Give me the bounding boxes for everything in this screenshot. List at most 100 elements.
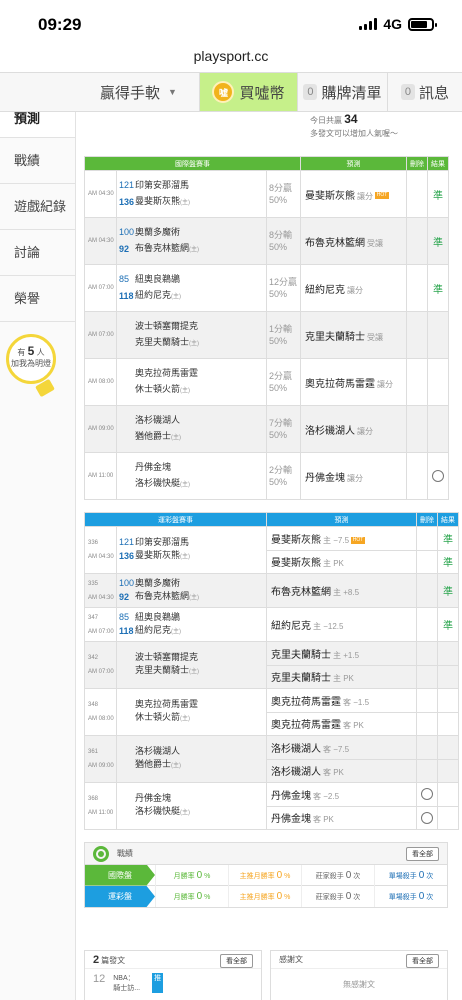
team-row: 85 紐奧良鵜鶘 (119, 273, 266, 285)
delete-circle-icon[interactable] (421, 811, 433, 824)
delete-circle-icon[interactable] (421, 788, 433, 801)
main-content: 今日共贏 34 多發文可以增加人氣喔～ 國際盤賽事 預測 刪除 結果 AM 04… (84, 112, 459, 908)
team-number: 136 (119, 197, 135, 207)
odds: 2分輸 50% (266, 452, 301, 500)
delete-cell (416, 735, 438, 760)
stat-label: 莊家殺手 (315, 894, 344, 901)
delete-cell (416, 711, 438, 736)
team-name: 波士頓塞爾提克 (135, 652, 199, 662)
sidebar-item-record[interactable]: 戰績 (0, 138, 75, 184)
sidebar-item-game-log[interactable]: 遊戲紀錄 (0, 184, 75, 230)
lightbulb-badge[interactable]: 有 5 人 加我為明燈 (6, 334, 56, 384)
game-time: AM 04:30 (84, 217, 117, 265)
game-time: AM 07:00 (88, 628, 114, 635)
delete-cell (416, 805, 438, 830)
thanks-view-all-button[interactable]: 看全部 (406, 954, 439, 968)
coin-icon: 噓 (212, 81, 235, 103)
pick-team: 洛杉磯湖人 (271, 743, 321, 755)
team-row: 121 印第安那溜馬 (119, 179, 266, 191)
stat-label: 莊家殺手 (315, 872, 344, 880)
pick-line: 主 PK (323, 559, 344, 569)
delete-cell (406, 170, 428, 218)
result-cell: 準 (437, 549, 459, 574)
home-marker: (主) (180, 810, 191, 816)
delete-circle-icon[interactable] (432, 470, 444, 482)
record-stat: 單場殺手 0 次 (374, 864, 447, 886)
record-view-all-button[interactable]: 看全部 (406, 847, 439, 861)
post-item[interactable]: 12 NBA： 騎士訪... 推 (85, 969, 261, 997)
prediction-pick: 克里夫蘭騎士主 +1.5 (266, 641, 417, 666)
game-time: AM 04:30 (84, 170, 117, 218)
team-name: 猶他爵士(主) (135, 431, 182, 441)
url-bar[interactable]: playsport.cc (0, 48, 462, 70)
posts-view-all-button[interactable]: 看全部 (220, 954, 253, 968)
cart-button[interactable]: 0 購牌清單 (298, 73, 388, 111)
prediction-pick: 奧克拉荷馬雷霆客 −1.5 (266, 688, 417, 713)
result-cell: 準 (437, 573, 459, 608)
messages-button[interactable]: 0 訊息 (388, 73, 462, 111)
team-row: 丹佛金塊 (119, 461, 266, 473)
delete-cell (406, 358, 428, 406)
matchup: 波士頓塞爾提克 克里夫蘭騎士(主) (116, 641, 267, 689)
sidebar-item-honors[interactable]: 榮譽 (0, 276, 75, 322)
team-name: 曼斐斯灰熊(主) (135, 550, 191, 560)
record-stat: 莊家殺手 0 次 (301, 864, 374, 886)
stat-unit: % (282, 894, 291, 901)
matchup: 丹佛金塊 洛杉磯快艇(主) (116, 782, 267, 830)
app-menu[interactable]: 贏得手軟 ▼ (0, 73, 200, 111)
record-stat: 莊家殺手 0 次 (301, 886, 374, 907)
sidebar-item-predictions[interactable]: 預測 (0, 112, 75, 138)
odds: 8分贏 50% (266, 170, 301, 218)
result-cell: 準 (437, 526, 459, 551)
prediction-pick: 洛杉磯湖人 讓分 (300, 405, 407, 453)
pick-team: 丹佛金塊 (271, 790, 311, 802)
pick-type: 受讓 (367, 332, 383, 342)
result-cell (437, 782, 459, 807)
pick-team: 克里夫蘭騎士 (271, 649, 331, 661)
pick-type: 讓分 (347, 285, 363, 295)
game-code-time: 348 AM 08:00 (84, 688, 117, 736)
home-marker: (主) (189, 247, 200, 253)
record-stat: 單場殺手 0 次 (374, 886, 447, 907)
team-name: 丹佛金塊 (135, 462, 172, 472)
team-row: 洛杉磯快艇(主) (119, 805, 266, 820)
team-row: 121 印第安那溜馬 (119, 536, 266, 549)
table-row: AM 11:00 丹佛金塊 洛杉磯快艇(主) 2分輸 50% 丹佛金塊 讓分 (84, 452, 449, 500)
game-time: AM 07:00 (88, 669, 114, 675)
pick-team: 洛杉磯湖人 (271, 767, 321, 779)
table-row: 347 AM 07:00 85 紐奧良鵜鶘 118 紐約尼克(主) 紐約尼克主 −12.5 準 (84, 607, 459, 642)
team-row: 丹佛金塊 (119, 792, 266, 805)
team-name: 奧蘭多魔術 (135, 227, 181, 237)
team-row: 85 紐奧良鵜鶘 (119, 611, 266, 624)
table-row: AM 07:00 85 紐奧良鵜鶘 118 紐約尼克(主) 12分贏 50% 紐約尼克 讓分準 (84, 264, 449, 312)
pick-line: 主 PK (333, 674, 354, 684)
team-name: 布魯克林籃網(主) (135, 243, 200, 253)
buy-coin-button[interactable]: 噓 買噓幣 (200, 73, 298, 111)
message-count-badge: 0 (400, 84, 415, 100)
notice: 今日共贏 34 多發文可以增加人氣喔～ (310, 112, 398, 138)
network-type: 4G (383, 16, 402, 32)
matchup: 121 印第安那溜馬 136 曼斐斯灰熊(主) (116, 170, 267, 218)
result-cell (437, 735, 459, 760)
delete-cell (406, 452, 428, 500)
prediction-pick: 奧克拉荷馬雷霆 讓分 (300, 358, 407, 406)
team-row: 洛杉磯湖人 (119, 414, 266, 426)
international-predictions-table: 國際盤賽事 預測 刪除 結果 AM 04:30 121 印第安那溜馬 136 曼斐斯灰熊… (84, 156, 449, 500)
stat-unit: 次 (351, 872, 361, 880)
pick-type: 讓分 (347, 473, 363, 483)
home-marker: (主) (171, 763, 182, 769)
game-time: AM 11:00 (88, 810, 114, 816)
top-nav: 贏得手軟 ▼ 噓 買噓幣 0 購牌清單 0 訊息 (0, 72, 462, 112)
odds: 12分贏 50% (266, 264, 301, 312)
team-name: 紐約尼克(主) (135, 624, 182, 635)
stat-unit: 次 (424, 872, 434, 880)
result-cell: 準 (427, 217, 449, 265)
delete-cell (406, 217, 428, 265)
team-row: 猶他爵士(主) (119, 430, 266, 444)
team-number: 121 (119, 537, 135, 547)
prediction-pick: 曼斐斯灰熊主 −7.5 HOT (266, 526, 417, 551)
table-row: 348 AM 08:00 奧克拉荷馬雷霆 休士頓火箭(主) 奧克拉荷馬雷霆客 −1.5 (84, 688, 459, 736)
sidebar-item-discussion[interactable]: 討論 (0, 230, 75, 276)
home-marker: (主) (180, 388, 191, 394)
battery-icon (408, 17, 437, 31)
